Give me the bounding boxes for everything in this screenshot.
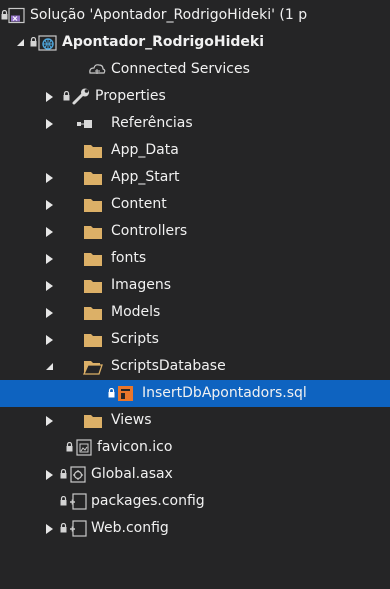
- expand-arrow-icon[interactable]: [41, 218, 57, 245]
- tree-item-imagens[interactable]: Imagens: [0, 272, 390, 299]
- expand-arrow-icon[interactable]: [41, 515, 57, 542]
- expand-arrow-icon[interactable]: [41, 326, 57, 353]
- expand-arrow-icon[interactable]: [41, 191, 57, 218]
- lock-icon: [60, 469, 67, 479]
- imagens-label: Imagens: [111, 277, 172, 293]
- lock-icon: [60, 523, 67, 533]
- content-label: Content: [111, 196, 167, 212]
- tree-item-web-config[interactable]: Web.config: [0, 515, 390, 542]
- lock-icon: [108, 388, 115, 398]
- web-project-icon: [38, 35, 57, 51]
- expand-arrow-icon[interactable]: [41, 407, 57, 434]
- tree-item-global-asax[interactable]: Global.asax: [0, 461, 390, 488]
- connected-services-label: Connected Services: [111, 61, 250, 77]
- references-label: Referências: [111, 115, 193, 131]
- references-icon: [77, 120, 92, 128]
- folder-icon: [84, 226, 102, 239]
- tree-item-app-data[interactable]: App_Data: [0, 137, 390, 164]
- config-file-icon: [70, 493, 87, 510]
- folder-icon: [84, 415, 102, 428]
- global-asax-label: Global.asax: [91, 466, 173, 482]
- tree-item-references[interactable]: Referências: [0, 110, 390, 137]
- folder-icon: [84, 145, 102, 158]
- project-label: Apontador_RodrigoHideki: [62, 34, 265, 50]
- packages-config-label: packages.config: [91, 493, 205, 509]
- tree-item-models[interactable]: Models: [0, 299, 390, 326]
- connected-services-icon: [89, 64, 106, 74]
- folder-icon: [84, 334, 102, 347]
- tree-item-connected-services[interactable]: Connected Services: [0, 56, 390, 83]
- tree-item-scripts[interactable]: Scripts: [0, 326, 390, 353]
- controllers-label: Controllers: [111, 223, 188, 239]
- lock-icon: [1, 10, 8, 20]
- tree-item-scripts-database[interactable]: ScriptsDatabase: [0, 353, 390, 380]
- fonts-label: fonts: [111, 250, 147, 266]
- app-data-label: App_Data: [111, 142, 179, 158]
- folder-icon: [84, 307, 102, 320]
- lock-icon: [60, 496, 67, 506]
- properties-label: Properties: [95, 88, 166, 104]
- favicon-label: favicon.ico: [97, 439, 173, 455]
- image-file-icon: [76, 439, 92, 456]
- tree-item-insert-sql[interactable]: InsertDbApontadors.sql: [0, 380, 390, 407]
- solution-label: Solução 'Apontador_RodrigoHideki' (1 p: [30, 7, 308, 23]
- tree-item-content[interactable]: Content: [0, 191, 390, 218]
- lock-icon: [63, 91, 70, 101]
- config-file-icon: [70, 520, 87, 537]
- solution-explorer-tree: Solução 'Apontador_RodrigoHideki' (1 p A…: [0, 0, 390, 589]
- tree-item-app-start[interactable]: App_Start: [0, 164, 390, 191]
- folder-icon: [84, 199, 102, 212]
- tree-item-properties[interactable]: Properties: [0, 83, 390, 110]
- tree-item-solution[interactable]: Solução 'Apontador_RodrigoHideki' (1 p: [0, 2, 390, 29]
- lock-icon: [30, 37, 37, 47]
- tree-item-project[interactable]: Apontador_RodrigoHideki: [0, 29, 390, 56]
- web-config-label: Web.config: [91, 520, 169, 536]
- tree-item-controllers[interactable]: Controllers: [0, 218, 390, 245]
- folder-icon: [84, 172, 102, 185]
- wrench-icon: [72, 88, 89, 105]
- scripts-label: Scripts: [111, 331, 159, 347]
- expand-arrow-icon[interactable]: [41, 299, 57, 326]
- app-start-label: App_Start: [111, 169, 180, 185]
- expand-arrow-icon[interactable]: [41, 83, 57, 110]
- expand-arrow-icon[interactable]: [41, 164, 57, 191]
- expand-arrow-icon[interactable]: [41, 245, 57, 272]
- folder-open-icon: [83, 361, 103, 375]
- expand-arrow-icon[interactable]: [41, 110, 57, 137]
- scripts-database-label: ScriptsDatabase: [111, 358, 226, 374]
- lock-icon: [66, 442, 73, 452]
- expand-arrow-icon[interactable]: [12, 29, 28, 56]
- models-label: Models: [111, 304, 161, 320]
- tree-item-fonts[interactable]: fonts: [0, 245, 390, 272]
- expand-arrow-icon[interactable]: [41, 272, 57, 299]
- tree-item-views[interactable]: Views: [0, 407, 390, 434]
- asax-file-icon: [70, 466, 86, 483]
- tree-item-favicon[interactable]: favicon.ico: [0, 434, 390, 461]
- collapse-arrow-icon[interactable]: [41, 353, 57, 380]
- folder-icon: [84, 280, 102, 293]
- solution-icon: [8, 7, 25, 24]
- sql-file-icon: [118, 386, 133, 401]
- expand-arrow-icon[interactable]: [41, 461, 57, 488]
- views-label: Views: [111, 412, 152, 428]
- tree-item-packages-config[interactable]: packages.config: [0, 488, 390, 515]
- folder-icon: [84, 253, 102, 266]
- insert-sql-label: InsertDbApontadors.sql: [142, 385, 307, 401]
